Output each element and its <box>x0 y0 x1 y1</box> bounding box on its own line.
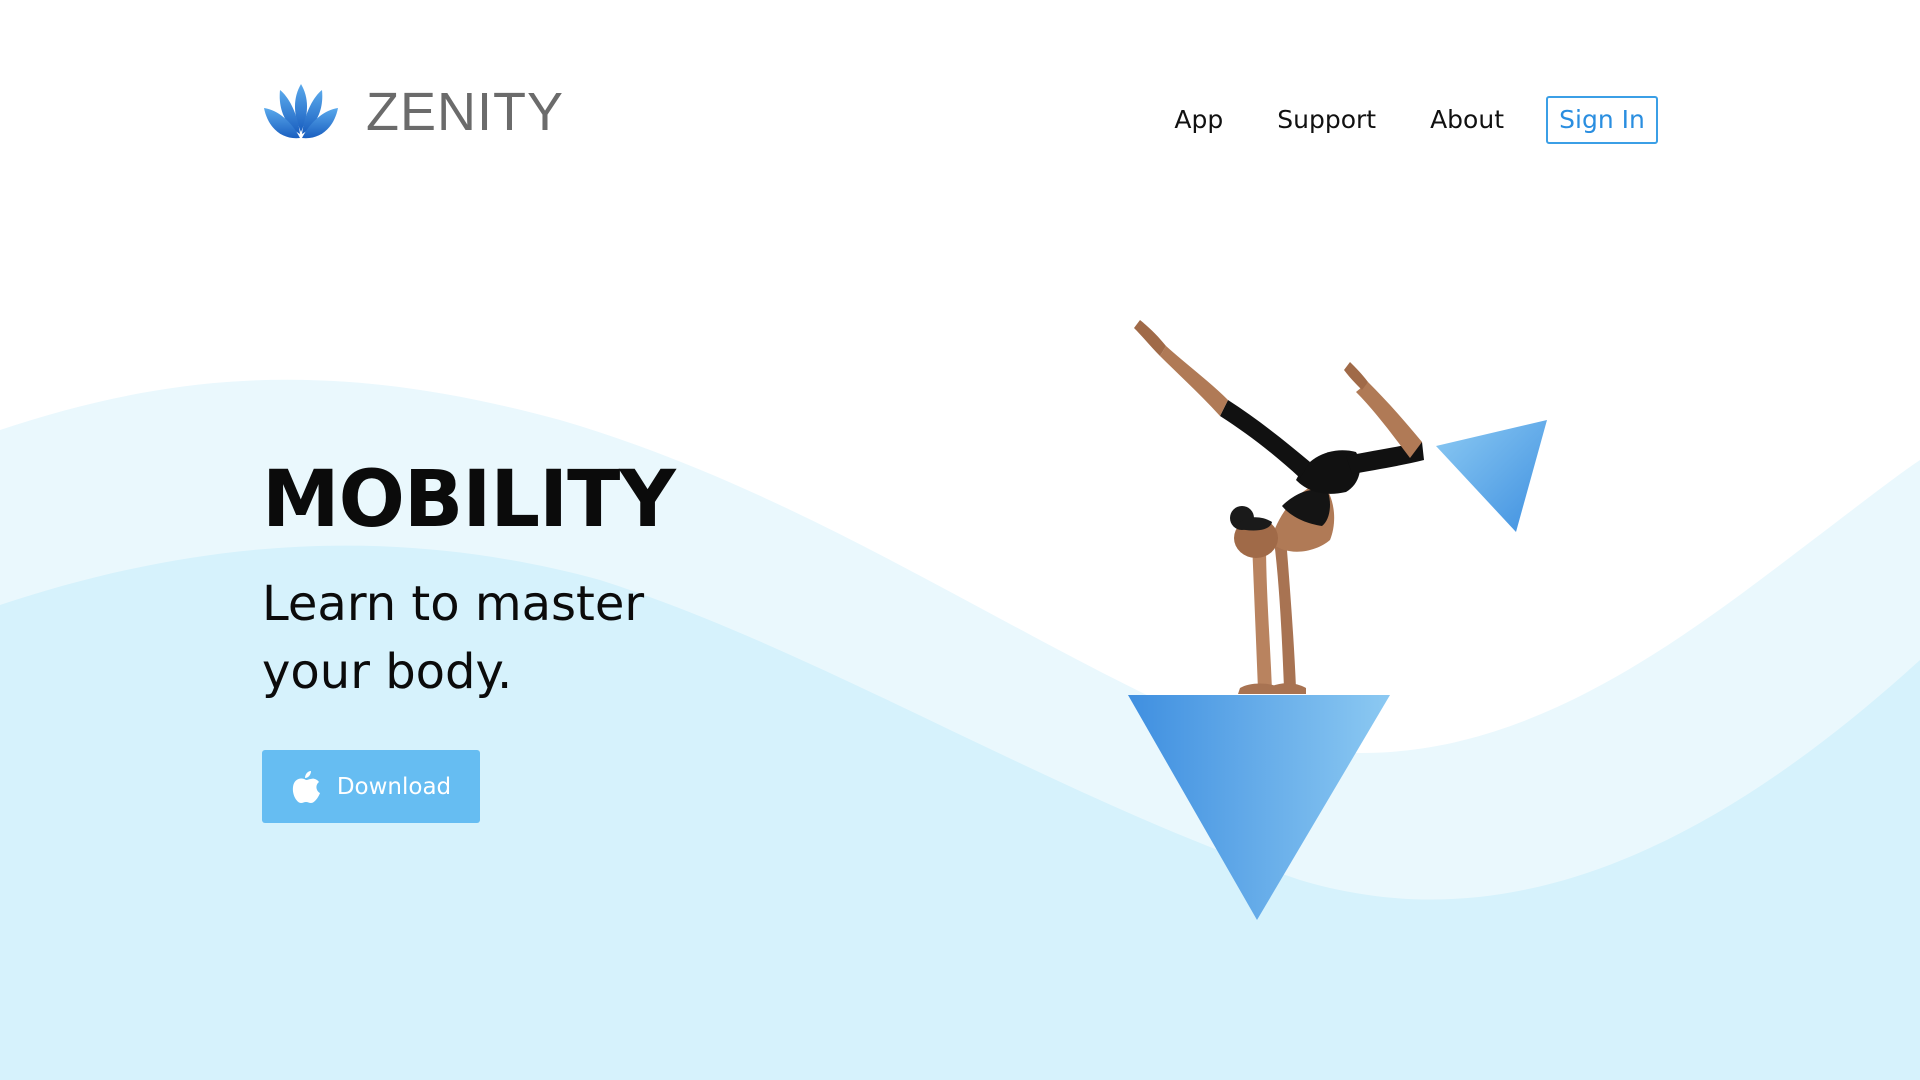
download-label: Download <box>336 773 452 800</box>
main-nav: App Support About Sign In <box>1174 96 1658 144</box>
nav-link-support[interactable]: Support <box>1277 96 1376 144</box>
sign-in-button[interactable]: Sign In <box>1546 96 1658 144</box>
hero-subtitle: Learn to master your body. <box>262 576 645 700</box>
lotus-icon <box>264 84 338 139</box>
nav-link-app[interactable]: App <box>1174 96 1223 144</box>
site-header: ZENITY App Support About Sign In <box>262 74 1658 154</box>
brand-logo[interactable]: ZENITY <box>262 82 564 142</box>
landing-page: ZENITY App Support About Sign In MOBILIT… <box>0 0 1920 1080</box>
small-triangle <box>1436 420 1547 532</box>
large-triangle <box>1128 695 1390 920</box>
download-button[interactable]: Download <box>262 750 480 823</box>
brand-name: ZENITY <box>366 82 565 142</box>
hero-title: MOBILITY <box>262 455 676 545</box>
apple-icon <box>292 770 320 803</box>
gymnast-figure <box>1134 320 1424 694</box>
nav-link-about[interactable]: About <box>1430 96 1504 144</box>
hero-illustration <box>1128 320 1547 920</box>
hero-section: MOBILITY Learn to master your body. Down… <box>262 450 682 823</box>
